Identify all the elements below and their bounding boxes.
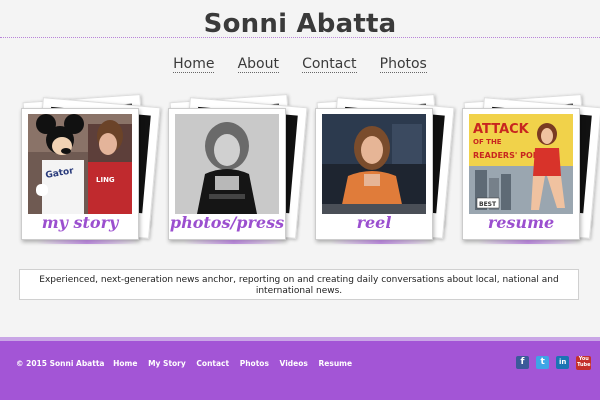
card-caption: reel [356, 213, 392, 232]
copyright: © 2015 Sonni Abatta [16, 359, 105, 368]
main-nav: Home About Contact Photos [0, 53, 600, 73]
title-divider [0, 37, 600, 38]
poster-poll: READERS' POLL [473, 151, 543, 160]
footer-link-photos[interactable]: Photos [240, 359, 269, 368]
twitter-icon[interactable]: t [536, 356, 550, 369]
linkedin-icon[interactable]: in [556, 356, 570, 369]
nav-about[interactable]: About [237, 56, 279, 73]
nav-photos[interactable]: Photos [379, 56, 427, 73]
polaroid-front: reel [315, 108, 433, 240]
my-story-photo: Gator LING [28, 114, 132, 214]
nav-home[interactable]: Home [173, 56, 215, 73]
footer [0, 337, 600, 400]
card-resume[interactable]: ATTACK OF THE READERS' POLL BEST resume [460, 94, 600, 246]
footer-link-contact[interactable]: Contact [196, 359, 229, 368]
caption-shadow [37, 240, 137, 244]
card-caption: my story [41, 213, 119, 232]
card-photos-press[interactable]: photos/press [166, 94, 308, 246]
footer-top-stripe [0, 337, 600, 341]
polaroid-front: photos/press [168, 108, 286, 240]
poster-title: ATTACK [473, 122, 530, 137]
nav-contact[interactable]: Contact [302, 56, 357, 73]
card-caption: resume [487, 213, 555, 232]
poster-sign: BEST [479, 201, 497, 208]
youtube-icon[interactable]: You Tube [576, 356, 592, 370]
caption-shadow [331, 240, 431, 244]
social-links: f t in You Tube [516, 356, 593, 375]
footer-link-my-story[interactable]: My Story [148, 359, 186, 368]
footer-nav: © 2015 Sonni Abatta Home My Story Contac… [16, 359, 360, 368]
polaroid-front: Gator LING my story [21, 108, 139, 240]
footer-link-videos[interactable]: Videos [280, 359, 308, 368]
card-caption: photos/press [169, 213, 285, 232]
facebook-icon[interactable]: f [516, 356, 529, 369]
card-my-story[interactable]: Gator LING my story [19, 94, 161, 246]
poster-subtitle: OF THE [473, 138, 502, 146]
caption-shadow [478, 240, 578, 244]
polaroid-front: ATTACK OF THE READERS' POLL BEST resume [462, 108, 580, 240]
caption-shadow [184, 240, 284, 244]
footer-link-home[interactable]: Home [113, 359, 137, 368]
svg-text:LING: LING [96, 176, 115, 184]
reel-photo [322, 114, 426, 214]
site-title[interactable]: Sonni Abatta [0, 9, 600, 39]
tagline-box: Experienced, next-generation news anchor… [19, 269, 579, 300]
press-photo [175, 114, 279, 214]
footer-link-resume[interactable]: Resume [319, 359, 353, 368]
resume-poster: ATTACK OF THE READERS' POLL BEST [469, 114, 573, 214]
card-reel[interactable]: reel [313, 94, 455, 246]
